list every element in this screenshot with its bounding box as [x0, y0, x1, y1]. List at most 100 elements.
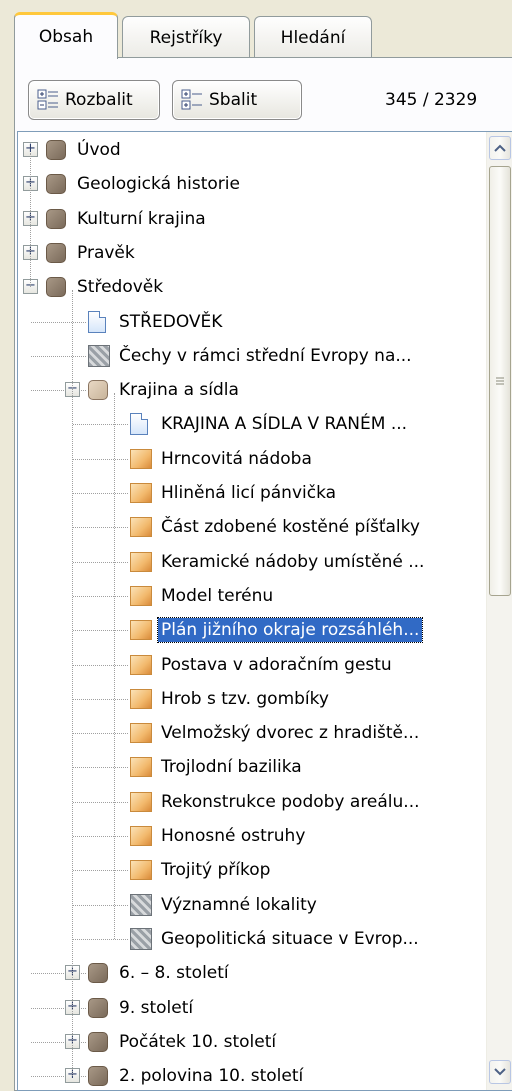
book-closed-icon: [46, 208, 66, 229]
tree-connector: [73, 801, 128, 803]
tree-item[interactable]: Model terénu: [18, 579, 486, 613]
collapse-button[interactable]: Sbalit: [172, 80, 302, 120]
tree-item[interactable]: + Kulturní krajina: [18, 202, 486, 236]
tree-connector: [73, 493, 128, 494]
expand-button-label: Rozbalit: [65, 90, 133, 110]
image-icon: [130, 620, 152, 641]
tree-item-label[interactable]: Středověk: [74, 275, 166, 299]
tree-connector: [73, 767, 128, 769]
tree-item[interactable]: KRAJINA A SÍDLA V RANÉM ...: [18, 407, 486, 441]
tab-rejstriky[interactable]: Rejstříky: [122, 16, 250, 58]
tree-guide-line: [114, 393, 115, 939]
tab-hledani[interactable]: Hledání: [254, 16, 372, 58]
tree-item[interactable]: Velmožský dvorec z hradiště...: [18, 716, 486, 750]
tree-connector: [73, 595, 128, 597]
tree-connector: [31, 321, 86, 323]
tree-item[interactable]: + Geologická historie: [18, 167, 486, 201]
tree-item-label[interactable]: Keramické nádoby umístěné ...: [158, 550, 427, 574]
tree-item-label[interactable]: Hrncovitá nádoba: [158, 447, 315, 471]
image-icon: [130, 654, 152, 675]
scroll-thumb[interactable]: [489, 166, 511, 596]
tree-item[interactable]: Postava v adoračním gestu: [18, 648, 486, 682]
collapse-all-icon: [181, 89, 202, 110]
book-closed-icon: [46, 140, 66, 160]
tree-connector: [73, 561, 128, 563]
scroll-down-button[interactable]: [489, 1060, 511, 1084]
contents-tree[interactable]: + Úvod + Geologická historie + Kulturní kraji…: [17, 131, 512, 1091]
tree-item[interactable]: Čechy v rámci střední Evropy na...: [18, 339, 486, 373]
image-icon: [130, 517, 152, 538]
tree-item[interactable]: Geopolitická situace v Evrop...: [18, 922, 486, 956]
tree-guide-line: [30, 153, 31, 288]
tree-item-label[interactable]: Čechy v rámci střední Evropy na...: [116, 344, 415, 368]
tree-item-label[interactable]: Plán jižního okraje rozsáhléh...: [156, 617, 424, 644]
tree-item-label[interactable]: Geologická historie: [74, 172, 243, 196]
tree-item[interactable]: Plán jižního okraje rozsáhléh...: [18, 613, 486, 647]
tree-item-label[interactable]: Geopolitická situace v Evrop...: [158, 927, 422, 951]
document-icon: [130, 413, 148, 436]
map-icon: [130, 893, 152, 916]
tree-item[interactable]: Hrob s tzv. gombíky: [18, 682, 486, 716]
tree-item[interactable]: Keramické nádoby umístěné ...: [18, 545, 486, 579]
tree-connector: [31, 355, 86, 357]
tree-item[interactable]: +6. – 8. století: [18, 956, 486, 990]
tree-item[interactable]: Rekonstrukce podoby areálu...: [18, 785, 486, 819]
tree-item-label[interactable]: Kulturní krajina: [74, 207, 209, 231]
tree-item-label[interactable]: Pravěk: [74, 241, 138, 265]
tree-item-label[interactable]: Počátek 10. století: [116, 1030, 279, 1054]
book-closed-icon: [46, 174, 66, 195]
tree-item-label[interactable]: 6. – 8. století: [116, 961, 232, 985]
tree-item-label[interactable]: Hliněná licí pánvička: [158, 481, 339, 505]
tree-item-label[interactable]: Část zdobené kostěné píšťalky: [158, 515, 423, 539]
scroll-up-button[interactable]: [489, 136, 511, 160]
image-icon: [130, 757, 152, 778]
tree-item[interactable]: Část zdobené kostěné píšťalky: [18, 510, 486, 544]
tab-obsah[interactable]: Obsah: [14, 12, 118, 59]
tree-connector: [73, 664, 128, 666]
tree-connector: [73, 733, 128, 735]
book-closed-icon: [88, 997, 108, 1018]
tree-item-label[interactable]: Model terénu: [158, 584, 276, 608]
tree-item-label[interactable]: KRAJINA A SÍDLA V RANÉM ...: [158, 412, 410, 436]
tree-item-label[interactable]: Hrob s tzv. gombíky: [158, 687, 332, 711]
tree-item-label[interactable]: Úvod: [74, 138, 124, 162]
tree-connector: [73, 630, 128, 632]
tree-item[interactable]: Honosné ostruhy: [18, 819, 486, 853]
tree-item-label[interactable]: Trojlodní bazilika: [158, 755, 305, 779]
tree-item-label[interactable]: Trojitý příkop: [158, 858, 273, 882]
image-icon: [130, 860, 152, 881]
tree-item-label[interactable]: 9. století: [116, 996, 196, 1020]
tree-item[interactable]: +9. století: [18, 991, 486, 1025]
tree-item-label[interactable]: 2. polovina 10. století: [116, 1064, 306, 1088]
tree-item[interactable]: + Počátek 10. století: [18, 1025, 486, 1059]
tree-item[interactable]: Významné lokality: [18, 888, 486, 922]
image-icon: [130, 723, 152, 744]
tree-item[interactable]: + Úvod: [18, 133, 486, 167]
tree-item-label[interactable]: Postava v adoračním gestu: [158, 653, 395, 677]
tree-item[interactable]: + Pravěk: [18, 236, 486, 270]
tree-item[interactable]: Trojlodní bazilika: [18, 750, 486, 784]
tree-item-label[interactable]: Krajina a sídla: [116, 378, 242, 402]
expand-button[interactable]: Rozbalit: [28, 80, 160, 120]
image-icon: [130, 551, 152, 572]
tree-item[interactable]: − Středověk: [18, 270, 486, 304]
book-open-icon: [88, 380, 108, 401]
tree-item-label[interactable]: STŘEDOVĚK: [116, 310, 225, 334]
tree-item-label[interactable]: Významné lokality: [158, 893, 320, 917]
tree-connector: [73, 870, 128, 872]
map-icon: [130, 927, 152, 950]
tree-item[interactable]: STŘEDOVĚK: [18, 305, 486, 339]
tree-item[interactable]: Hrncovitá nádoba: [18, 442, 486, 476]
chevron-up-icon: [494, 144, 506, 152]
image-icon: [130, 483, 152, 503]
book-closed-icon: [46, 242, 66, 263]
tree-item-label[interactable]: Honosné ostruhy: [158, 824, 308, 848]
tree-item[interactable]: Hliněná licí pánvička: [18, 476, 486, 510]
image-icon: [130, 585, 152, 606]
tree-item[interactable]: +2. polovina 10. století: [18, 1059, 486, 1090]
tree-item-label[interactable]: Velmožský dvorec z hradiště...: [158, 721, 422, 745]
tree-item-label[interactable]: Rekonstrukce podoby areálu...: [158, 790, 423, 814]
vertical-scrollbar[interactable]: [486, 132, 512, 1090]
tree-item[interactable]: − Krajina a sídla: [18, 373, 486, 407]
tree-item[interactable]: Trojitý příkop: [18, 853, 486, 887]
